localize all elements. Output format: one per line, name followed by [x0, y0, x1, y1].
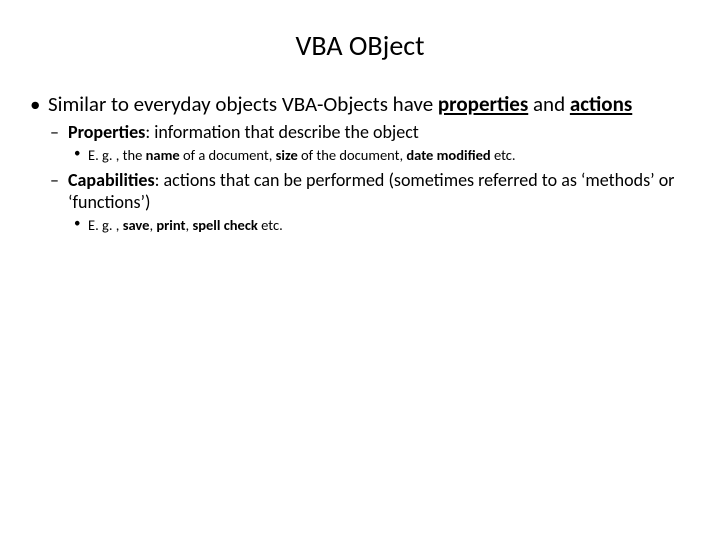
bullet-item-properties: Properties: information that describe th…: [48, 121, 692, 164]
text: etc.: [494, 146, 516, 164]
bullet-list-level3: E. g. , the name of a document, size of …: [68, 146, 692, 165]
text: Similar to everyday objects VBA-Objects …: [48, 91, 438, 117]
text: etc.: [261, 216, 283, 234]
bold-text: print: [156, 216, 185, 234]
bullet-list-level1: Similar to everyday objects VBA-Objects …: [28, 91, 692, 234]
bullet-item-properties-example: E. g. , the name of a document, size of …: [74, 146, 692, 165]
text: of the document,: [298, 146, 407, 164]
text: : actions that can be performed (sometim…: [68, 169, 674, 214]
bullet-item-capabilities: Capabilities: actions that can be perfor…: [48, 169, 692, 235]
bold-underline-text: actions: [570, 91, 632, 117]
text: of a document,: [180, 146, 276, 164]
bold-underline-text: properties: [438, 91, 528, 117]
bold-text: size: [276, 146, 298, 164]
bold-text: date modified: [406, 146, 494, 164]
text: : information that describe the object: [145, 121, 419, 143]
text: and: [528, 91, 570, 117]
text: E. g. ,: [88, 216, 123, 234]
bold-text: Properties: [68, 121, 145, 143]
bullet-list-level2: Properties: information that describe th…: [48, 121, 692, 234]
bold-text: save: [123, 216, 150, 234]
bold-text: Capabilities: [68, 169, 155, 191]
bold-text: name: [146, 146, 180, 164]
slide: VBA OBject Similar to everyday objects V…: [0, 0, 720, 540]
slide-title: VBA OBject: [28, 28, 692, 63]
bullet-list-level3: E. g. , save, print, spell check etc.: [68, 216, 692, 235]
bullet-item-main: Similar to everyday objects VBA-Objects …: [28, 91, 692, 234]
text: E. g. , the: [88, 146, 146, 164]
bold-text: spell check: [192, 216, 261, 234]
bullet-item-capabilities-example: E. g. , save, print, spell check etc.: [74, 216, 692, 235]
